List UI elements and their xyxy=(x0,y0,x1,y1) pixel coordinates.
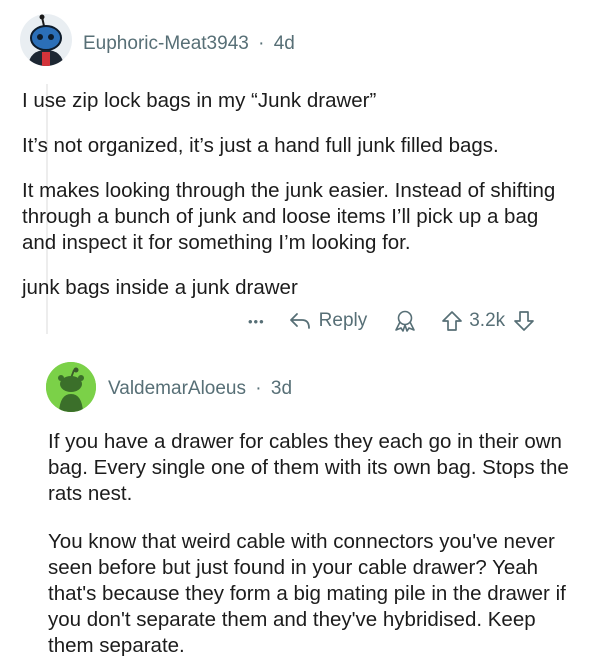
reply-arrow-icon xyxy=(289,313,310,329)
username[interactable]: Euphoric-Meat3943 xyxy=(83,33,249,54)
reply-label: Reply xyxy=(318,310,368,331)
comment-paragraph: junk bags inside a junk drawer xyxy=(22,276,298,299)
avatar[interactable] xyxy=(20,14,72,66)
comment-paragraph: I use zip lock bags in my “Junk drawer” xyxy=(22,89,377,112)
meta-separator: · xyxy=(258,33,265,54)
comment-age[interactable]: 3d xyxy=(271,378,292,399)
comment-paragraph: It’s not organized, it’s just a hand ful… xyxy=(22,134,499,157)
upvote-button[interactable] xyxy=(441,310,463,332)
award-button[interactable] xyxy=(393,309,417,333)
upvote-icon xyxy=(442,311,463,331)
vote-score: 3.2k xyxy=(469,310,506,331)
more-icon[interactable]: ••• xyxy=(248,314,265,329)
comment-body: I use zip lock bags in my “Junk drawer” … xyxy=(22,88,582,301)
comment-header: ValdemarAloeus · 3d xyxy=(108,378,292,400)
comment-paragraph: You know that weird cable with connector… xyxy=(48,530,566,657)
comment-header: Euphoric-Meat3943 · 4d xyxy=(83,33,295,55)
comment-paragraph: It makes looking through the junk easier… xyxy=(22,179,556,254)
snoo-avatar-icon xyxy=(46,362,96,412)
reply-button[interactable]: Reply xyxy=(289,310,368,332)
avatar[interactable] xyxy=(46,362,96,412)
comment-action-bar: ••• Reply 3.2k xyxy=(248,308,535,334)
award-icon xyxy=(395,310,416,332)
comment-age[interactable]: 4d xyxy=(274,33,295,54)
meta-separator: · xyxy=(255,378,262,399)
comment-paragraph: If you have a drawer for cables they eac… xyxy=(48,430,569,505)
username[interactable]: ValdemarAloeus xyxy=(108,378,246,399)
downvote-button[interactable] xyxy=(513,310,535,332)
comment-body: If you have a drawer for cables they eac… xyxy=(48,429,578,659)
downvote-icon xyxy=(514,311,535,331)
snoo-avatar-icon xyxy=(20,14,72,66)
